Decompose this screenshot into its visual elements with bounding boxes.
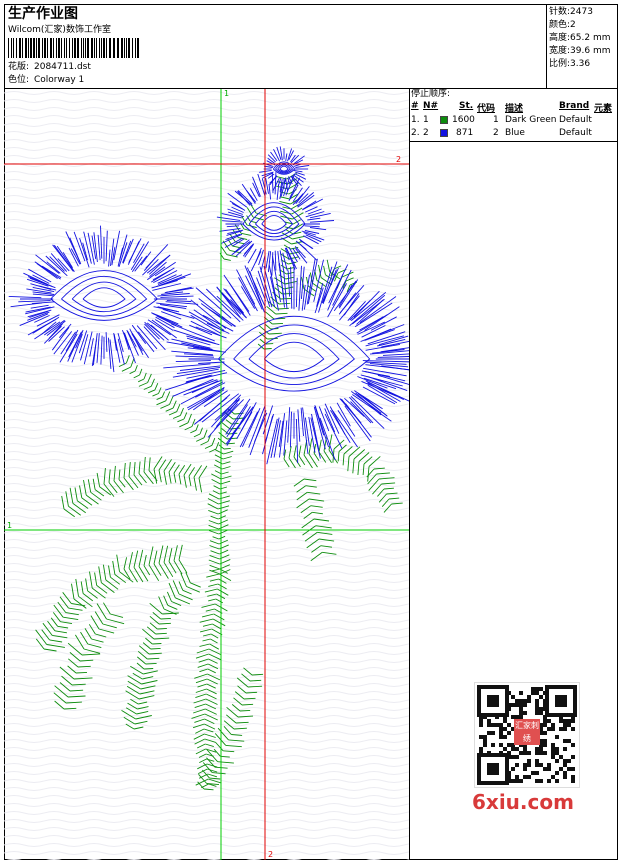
row-n: 2 bbox=[423, 128, 429, 138]
stat-height: 高度:65.2 mm bbox=[549, 33, 611, 43]
col-description: 描述 bbox=[505, 104, 524, 114]
col-code: 代码 bbox=[477, 104, 496, 114]
stat-width: 宽度:39.6 mm bbox=[549, 46, 611, 56]
row-code: 1 bbox=[493, 115, 499, 125]
table-row: 2. 2 871 2 Blue Default bbox=[410, 128, 618, 140]
guide-label: 2 bbox=[396, 155, 401, 164]
stop-sequence-panel: 停止顺序: # N# St. 代码 描述 Brand 元素 1. 1 1600 … bbox=[410, 89, 618, 142]
row-stitches: 871 bbox=[456, 128, 474, 138]
site-watermark: 6xiu.com bbox=[472, 790, 574, 814]
guide-label: 1 bbox=[7, 521, 12, 530]
row-index: 1. bbox=[411, 115, 420, 125]
qr-code: 汇家刺绣 bbox=[474, 682, 580, 788]
qr-center-label: 汇家刺绣 bbox=[514, 719, 540, 745]
row-brand: Default bbox=[559, 128, 592, 138]
stat-stitch-count: 针数:2473 bbox=[549, 7, 593, 17]
studio-name: Wilcom(汇家)数饰工作室 bbox=[8, 25, 111, 35]
design-file: 2084711.dst bbox=[34, 62, 91, 72]
row-description: Dark Green bbox=[505, 115, 557, 125]
row-description: Blue bbox=[505, 128, 525, 138]
col-stitches: St. bbox=[459, 101, 474, 111]
guide-label: 1 bbox=[224, 89, 229, 98]
embroidery-design: 1 1 2 2 bbox=[4, 89, 409, 860]
row-code: 2 bbox=[493, 128, 499, 138]
colorway: Colorway 1 bbox=[34, 75, 85, 85]
colorway-label: 色位: bbox=[8, 75, 30, 85]
barcode bbox=[8, 38, 139, 58]
stop-sequence-title: 停止顺序: bbox=[411, 89, 451, 99]
col-element: 元素 bbox=[594, 104, 613, 114]
stats-list: 针数:2473 颜色:2 高度:65.2 mm 宽度:39.6 mm 比例:3.… bbox=[549, 6, 617, 86]
row-brand: Default bbox=[559, 115, 592, 125]
col-hash: # bbox=[411, 101, 419, 111]
page-title: 生产作业图 bbox=[8, 6, 78, 22]
row-stitches: 1600 bbox=[452, 115, 475, 125]
design-file-label: 花版: bbox=[8, 62, 30, 72]
stat-scale: 比例:3.36 bbox=[549, 59, 591, 69]
row-n: 1 bbox=[423, 115, 429, 125]
col-n: N# bbox=[423, 101, 439, 111]
col-brand: Brand bbox=[559, 101, 590, 111]
stat-color-count: 颜色:2 bbox=[549, 20, 576, 30]
color-swatch bbox=[440, 116, 448, 124]
guide-label: 2 bbox=[268, 850, 273, 859]
color-swatch bbox=[440, 129, 448, 137]
table-row: 1. 1 1600 1 Dark Green Default bbox=[410, 115, 618, 127]
row-index: 2. bbox=[411, 128, 420, 138]
